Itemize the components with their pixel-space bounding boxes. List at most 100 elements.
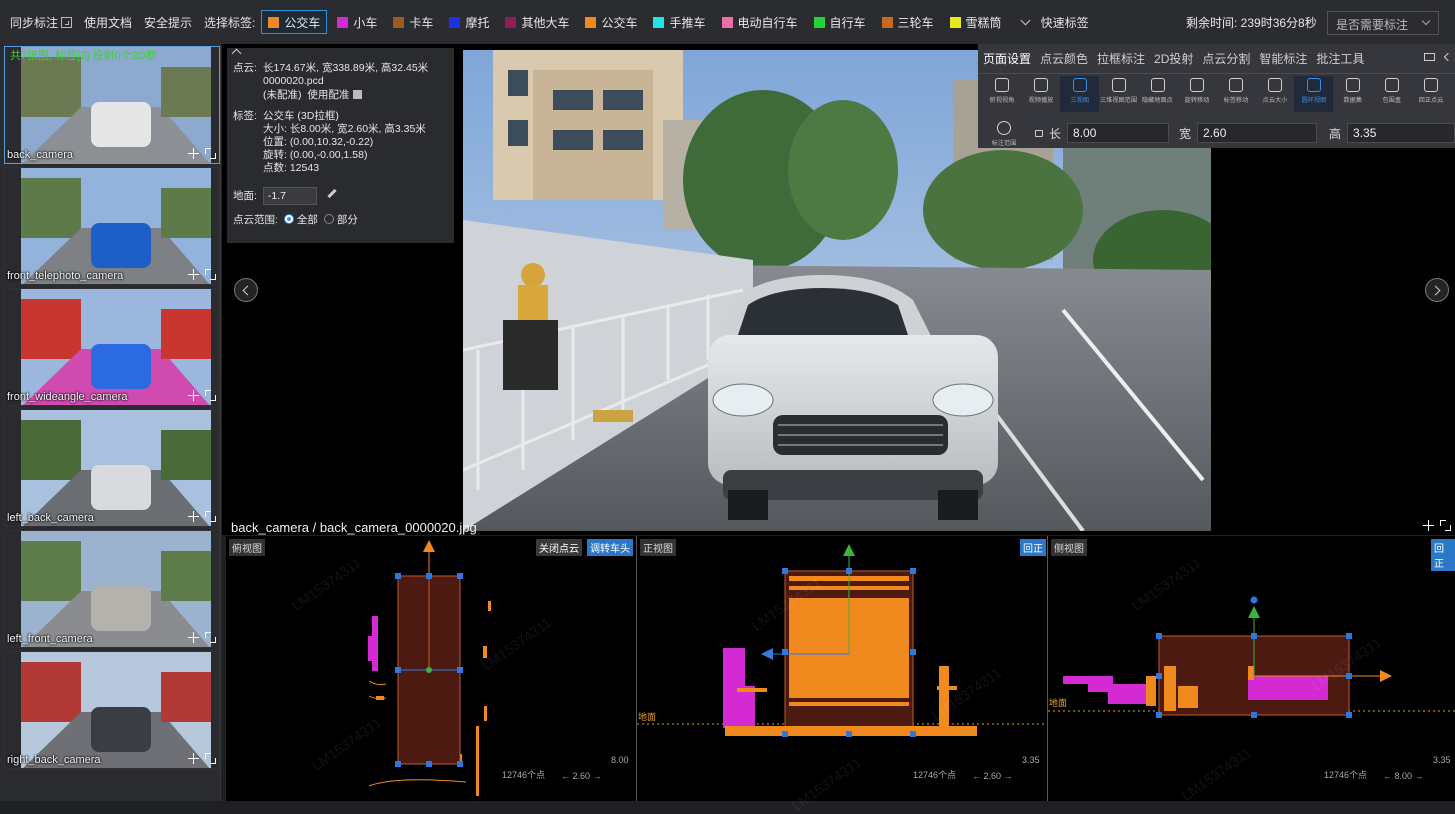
camera-list: 共7张图, 标签[2] 投射0个2D框 back_camera front_tel… bbox=[0, 44, 221, 801]
shrink-icon[interactable] bbox=[188, 148, 199, 159]
tag-option[interactable]: 公交车 bbox=[579, 10, 643, 34]
tool-button[interactable]: 三维视图范围 bbox=[1099, 76, 1138, 112]
settings-tab[interactable]: 2D投射 bbox=[1154, 50, 1193, 67]
use-pair-checkbox[interactable] bbox=[353, 90, 363, 99]
side-view[interactable]: 侧视图 回正 地面 12746个点 ← 8.00 → 3.35 bbox=[1047, 536, 1455, 801]
camera-thumbnail[interactable]: front_telephoto_camera bbox=[4, 167, 220, 285]
tool-button[interactable]: 圆环视图 bbox=[1294, 76, 1333, 112]
close-cloud-button[interactable]: 关闭点云 bbox=[536, 539, 582, 556]
tool-button[interactable]: 三视图 bbox=[1060, 76, 1099, 112]
need-label-select[interactable]: 是否需要标注 bbox=[1327, 11, 1439, 35]
top-view[interactable]: 俯视图 关闭点云 调转车头 12746个点 ← 2.60 → 8.00 bbox=[226, 536, 636, 801]
fullscreen-icon[interactable] bbox=[205, 753, 216, 764]
select-tag-label: 选择标签: bbox=[204, 15, 256, 30]
flip-head-button[interactable]: 调转车头 bbox=[587, 539, 633, 556]
sync-label-button[interactable]: 同步标注 bbox=[10, 14, 73, 31]
shrink-icon[interactable] bbox=[188, 632, 199, 643]
shrink-icon[interactable] bbox=[188, 753, 199, 764]
camera-thumbnail[interactable]: front_wideangle_camera bbox=[4, 288, 220, 406]
tag-option[interactable]: 自行车 bbox=[808, 10, 872, 34]
shrink-icon[interactable] bbox=[188, 390, 199, 401]
tag-option[interactable]: 电动自行车 bbox=[716, 10, 804, 34]
tag-label: 雪糕筒 bbox=[965, 15, 1002, 30]
tag-option[interactable]: 公交车 bbox=[261, 10, 328, 34]
tool-button[interactable]: 俯视视角 bbox=[982, 76, 1021, 112]
shrink-icon[interactable] bbox=[188, 269, 199, 280]
tag-label: 公交车 bbox=[284, 15, 321, 30]
fullscreen-icon[interactable] bbox=[205, 269, 216, 280]
tool-button[interactable]: 点云大小 bbox=[1255, 76, 1294, 112]
tool-icon bbox=[1267, 78, 1282, 92]
tags-more-chevron-icon[interactable] bbox=[1020, 15, 1031, 25]
fullscreen-icon[interactable] bbox=[205, 511, 216, 522]
settings-tab[interactable]: 智能标注 bbox=[1259, 50, 1307, 67]
fullscreen-icon[interactable] bbox=[205, 390, 216, 401]
next-frame-button[interactable] bbox=[1425, 278, 1449, 302]
camera-thumbnail[interactable]: right_back_camera bbox=[4, 651, 220, 769]
edit-pencil-icon[interactable] bbox=[327, 188, 337, 199]
tool-button[interactable]: 包围盒 bbox=[1372, 76, 1411, 112]
settings-tab[interactable]: 批注工具 bbox=[1316, 50, 1364, 67]
side-view-points: 12746个点 bbox=[1324, 770, 1368, 780]
move-view-icon[interactable] bbox=[1440, 520, 1451, 531]
fullscreen-icon[interactable] bbox=[205, 148, 216, 159]
length-input[interactable]: 8.00 bbox=[1067, 123, 1170, 143]
settings-tab[interactable]: 页面设置 bbox=[983, 50, 1031, 67]
front-reset-button[interactable]: 回正 bbox=[1020, 539, 1046, 556]
safety-link[interactable]: 安全提示 bbox=[144, 14, 192, 31]
side-view-title: 侧视图 bbox=[1051, 539, 1087, 556]
collapse-caret-icon[interactable] bbox=[231, 48, 242, 59]
front-view[interactable]: 正视图 回正 地面 12746个点 ← 2.60 → 3.35 bbox=[636, 536, 1047, 801]
ground-input[interactable]: -1.7 bbox=[262, 187, 317, 205]
tag-option[interactable]: 其他大车 bbox=[499, 10, 575, 34]
tool-label: 旋转移动 bbox=[1184, 97, 1209, 104]
width-input[interactable]: 2.60 bbox=[1197, 123, 1318, 143]
camera-thumbnail[interactable]: left_back_camera bbox=[4, 409, 220, 527]
tool-button[interactable]: 数据集 bbox=[1333, 76, 1372, 112]
side-reset-button[interactable]: 回正 bbox=[1431, 539, 1455, 571]
tool-button[interactable]: 回正点云 bbox=[1411, 76, 1450, 112]
shrink-view-icon[interactable] bbox=[1423, 520, 1434, 531]
height-input[interactable]: 3.35 bbox=[1347, 123, 1455, 143]
tag-option[interactable]: 摩托 bbox=[443, 10, 495, 34]
tool-button[interactable]: 隐藏地面点 bbox=[1138, 76, 1177, 112]
tag-label: 手推车 bbox=[669, 15, 706, 30]
quick-tag-button[interactable]: 快速标签 bbox=[1041, 14, 1089, 31]
keyboard-icon[interactable] bbox=[1424, 53, 1435, 61]
lock-icon[interactable] bbox=[1035, 129, 1043, 137]
camera-name: front_wideangle_camera bbox=[7, 391, 128, 403]
range-all-radio[interactable] bbox=[283, 214, 294, 224]
top-view-width: ← 2.60 → bbox=[561, 771, 602, 781]
tool-button[interactable]: 旋转移动 bbox=[1177, 76, 1216, 112]
tool-label: 点云大小 bbox=[1262, 97, 1287, 104]
tag-option[interactable]: 雪糕筒 bbox=[944, 10, 1008, 34]
previous-frame-button[interactable] bbox=[234, 278, 258, 302]
range-key: 点云范围: bbox=[233, 214, 278, 226]
settings-tabs: 页面设置 点云颜色 拉框标注 2D投射 点云分割 智能标注 批注工具 bbox=[978, 44, 1455, 74]
tag-option[interactable]: 卡车 bbox=[387, 10, 439, 34]
tag-option[interactable]: 三轮车 bbox=[876, 10, 940, 34]
settings-tab[interactable]: 点云分割 bbox=[1202, 50, 1250, 67]
collapse-panel-icon[interactable] bbox=[1443, 52, 1453, 62]
tag-list: 公交车 小车 卡车 摩托 其他大车 公交车 手推车 电动自行车 自行车 三轮车 雪糕筒 bbox=[261, 10, 1011, 34]
front-view-canvas bbox=[637, 544, 1047, 737]
range-part-radio[interactable] bbox=[323, 214, 334, 224]
tag-option[interactable]: 手推车 bbox=[647, 10, 711, 34]
docs-link[interactable]: 使用文档 bbox=[84, 14, 132, 31]
fullscreen-icon[interactable] bbox=[205, 632, 216, 643]
shrink-icon[interactable] bbox=[188, 511, 199, 522]
front-ground-label: 地面 bbox=[638, 712, 657, 722]
camera-name: front_telephoto_camera bbox=[7, 270, 124, 282]
settings-tab[interactable]: 点云颜色 bbox=[1040, 50, 1088, 67]
tool-button[interactable]: 视频播放 bbox=[1021, 76, 1060, 112]
settings-tab[interactable]: 拉框标注 bbox=[1097, 50, 1145, 67]
tool-button[interactable]: 标签移动 bbox=[1216, 76, 1255, 112]
cloud-dims: 长174.67米, 宽338.89米, 高32.45米 bbox=[263, 62, 429, 74]
sync-icon[interactable] bbox=[61, 16, 73, 28]
camera-thumbnail[interactable]: back_camera bbox=[4, 46, 220, 164]
range-tool-button[interactable]: 标注范围 bbox=[984, 119, 1023, 147]
tag-option[interactable]: 小车 bbox=[331, 10, 383, 34]
tag-label: 卡车 bbox=[409, 15, 434, 30]
width-label: 宽 bbox=[1179, 126, 1192, 141]
camera-thumbnail[interactable]: left_front_camera bbox=[4, 530, 220, 648]
